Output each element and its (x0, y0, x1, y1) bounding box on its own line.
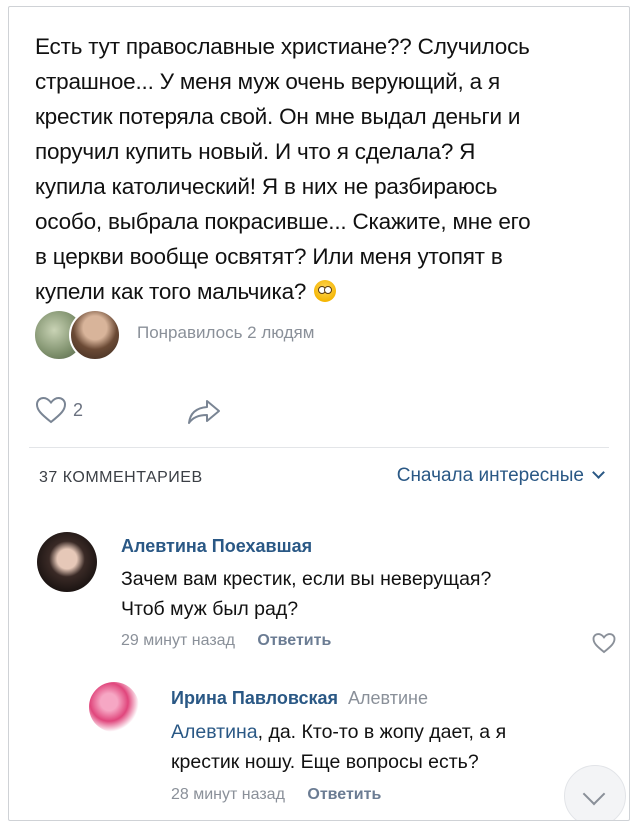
reply-button[interactable]: Ответить (307, 786, 381, 803)
comment-meta: 28 минут назад Ответить (171, 786, 381, 804)
comment-meta: 29 минут назад Ответить (121, 632, 331, 650)
divider (29, 447, 609, 448)
post-line: крестик потеряла свой. Он мне выдал день… (35, 104, 521, 129)
likes-summary[interactable]: Понравилось 2 людям (137, 323, 314, 343)
post-actions: 2 (35, 392, 335, 428)
scroll-down-button[interactable] (564, 765, 626, 820)
comment-author-row: Ирина Павловская Алевтине (171, 688, 428, 709)
sort-dropdown[interactable]: Сначала интересные (396, 465, 605, 487)
post-card: Есть тут православные христиане?? Случил… (8, 6, 630, 821)
comment-time: 29 минут назад (121, 632, 235, 649)
comment-author[interactable]: Алевтина Поехавшая (121, 536, 312, 557)
post-line: поручил купить новый. И что я сделала? Я (35, 139, 476, 164)
post-line: купели как того мальчика? (35, 279, 307, 304)
avatar[interactable] (69, 309, 121, 361)
post-line: купила католический! Я в них не разбираю… (35, 174, 498, 199)
comments-count: 37 КОММЕНТАРИЕВ (39, 469, 203, 486)
post-line: Есть тут православные христиане?? Случил… (35, 34, 530, 59)
liked-by-row[interactable]: Понравилось 2 людям (33, 309, 433, 361)
comment-line: Чтоб муж был рад? (121, 598, 299, 620)
comment: Алевтина Поехавшая Зачем вам крестик, ес… (37, 532, 617, 662)
reply-button[interactable]: Ответить (257, 632, 331, 649)
share-icon[interactable] (187, 398, 221, 426)
avatar[interactable] (37, 532, 97, 592)
reply-to-name[interactable]: Алевтине (348, 688, 428, 708)
comment-line: крестик ношу. Еще вопросы есть? (171, 751, 479, 773)
flushed-face-icon (314, 280, 337, 302)
comment-line-text: , да. Кто-то в жопу дает, а я (257, 721, 507, 743)
post-line-last: купели как того мальчика? (35, 274, 615, 309)
avatar[interactable] (89, 682, 139, 732)
comment-line: Алевтина, да. Кто-то в жопу дает, а я (171, 717, 611, 747)
chevron-down-icon (592, 466, 605, 479)
post-line: в церкви вообще освятят? Или меня утопят… (35, 244, 503, 269)
like-count: 2 (73, 400, 84, 420)
comment-time: 28 минут назад (171, 786, 285, 803)
post-line: страшное... У меня муж очень верующий, а… (35, 69, 500, 94)
post-line: особо, выбрала покрасивше... Скажите, мн… (35, 209, 531, 234)
comment-line: Зачем вам крестик, если вы неверущая? (121, 568, 492, 590)
chevron-down-icon (582, 782, 606, 806)
comment-text: Зачем вам крестик, если вы неверущая? Чт… (121, 564, 601, 624)
comment-text: Алевтина, да. Кто-то в жопу дает, а я кр… (171, 717, 611, 777)
post-text: Есть тут православные христиане?? Случил… (35, 29, 615, 309)
mention-link[interactable]: Алевтина (171, 721, 258, 743)
comment-author[interactable]: Ирина Павловская (171, 688, 338, 708)
heart-icon[interactable] (35, 396, 67, 424)
comment-reply: Ирина Павловская Алевтине Алевтина, да. К… (89, 682, 619, 820)
heart-icon[interactable] (592, 632, 616, 654)
sort-label: Сначала интересные (396, 465, 584, 486)
